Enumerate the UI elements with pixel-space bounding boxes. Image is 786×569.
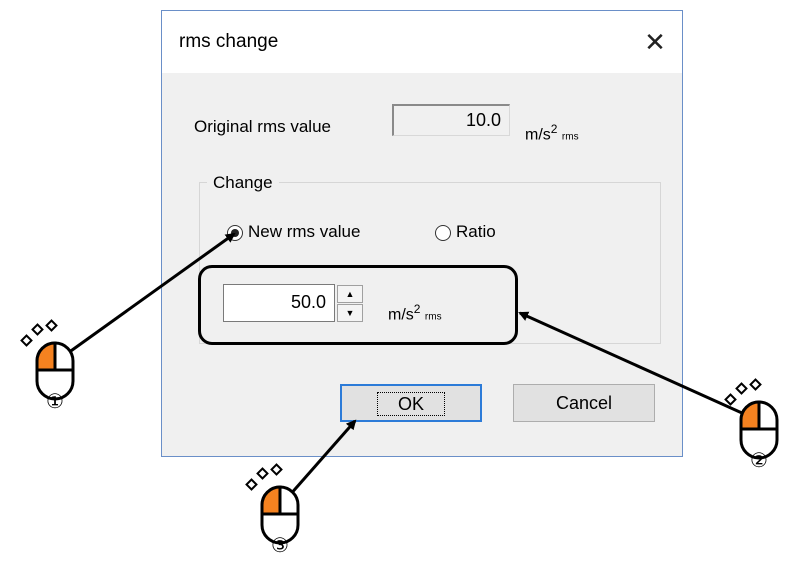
annotation-overlay: ① ② ③	[20, 232, 779, 557]
mouse-icon-3	[245, 463, 300, 545]
arrow-3	[287, 419, 357, 497]
marker-2: ②	[750, 448, 768, 472]
marker-1: ①	[46, 389, 64, 413]
arrow-2	[518, 311, 743, 415]
mouse-icon-1	[20, 319, 75, 401]
arrow-1	[67, 232, 236, 355]
mouse-icon-2	[724, 378, 779, 460]
marker-3: ③	[271, 533, 289, 557]
